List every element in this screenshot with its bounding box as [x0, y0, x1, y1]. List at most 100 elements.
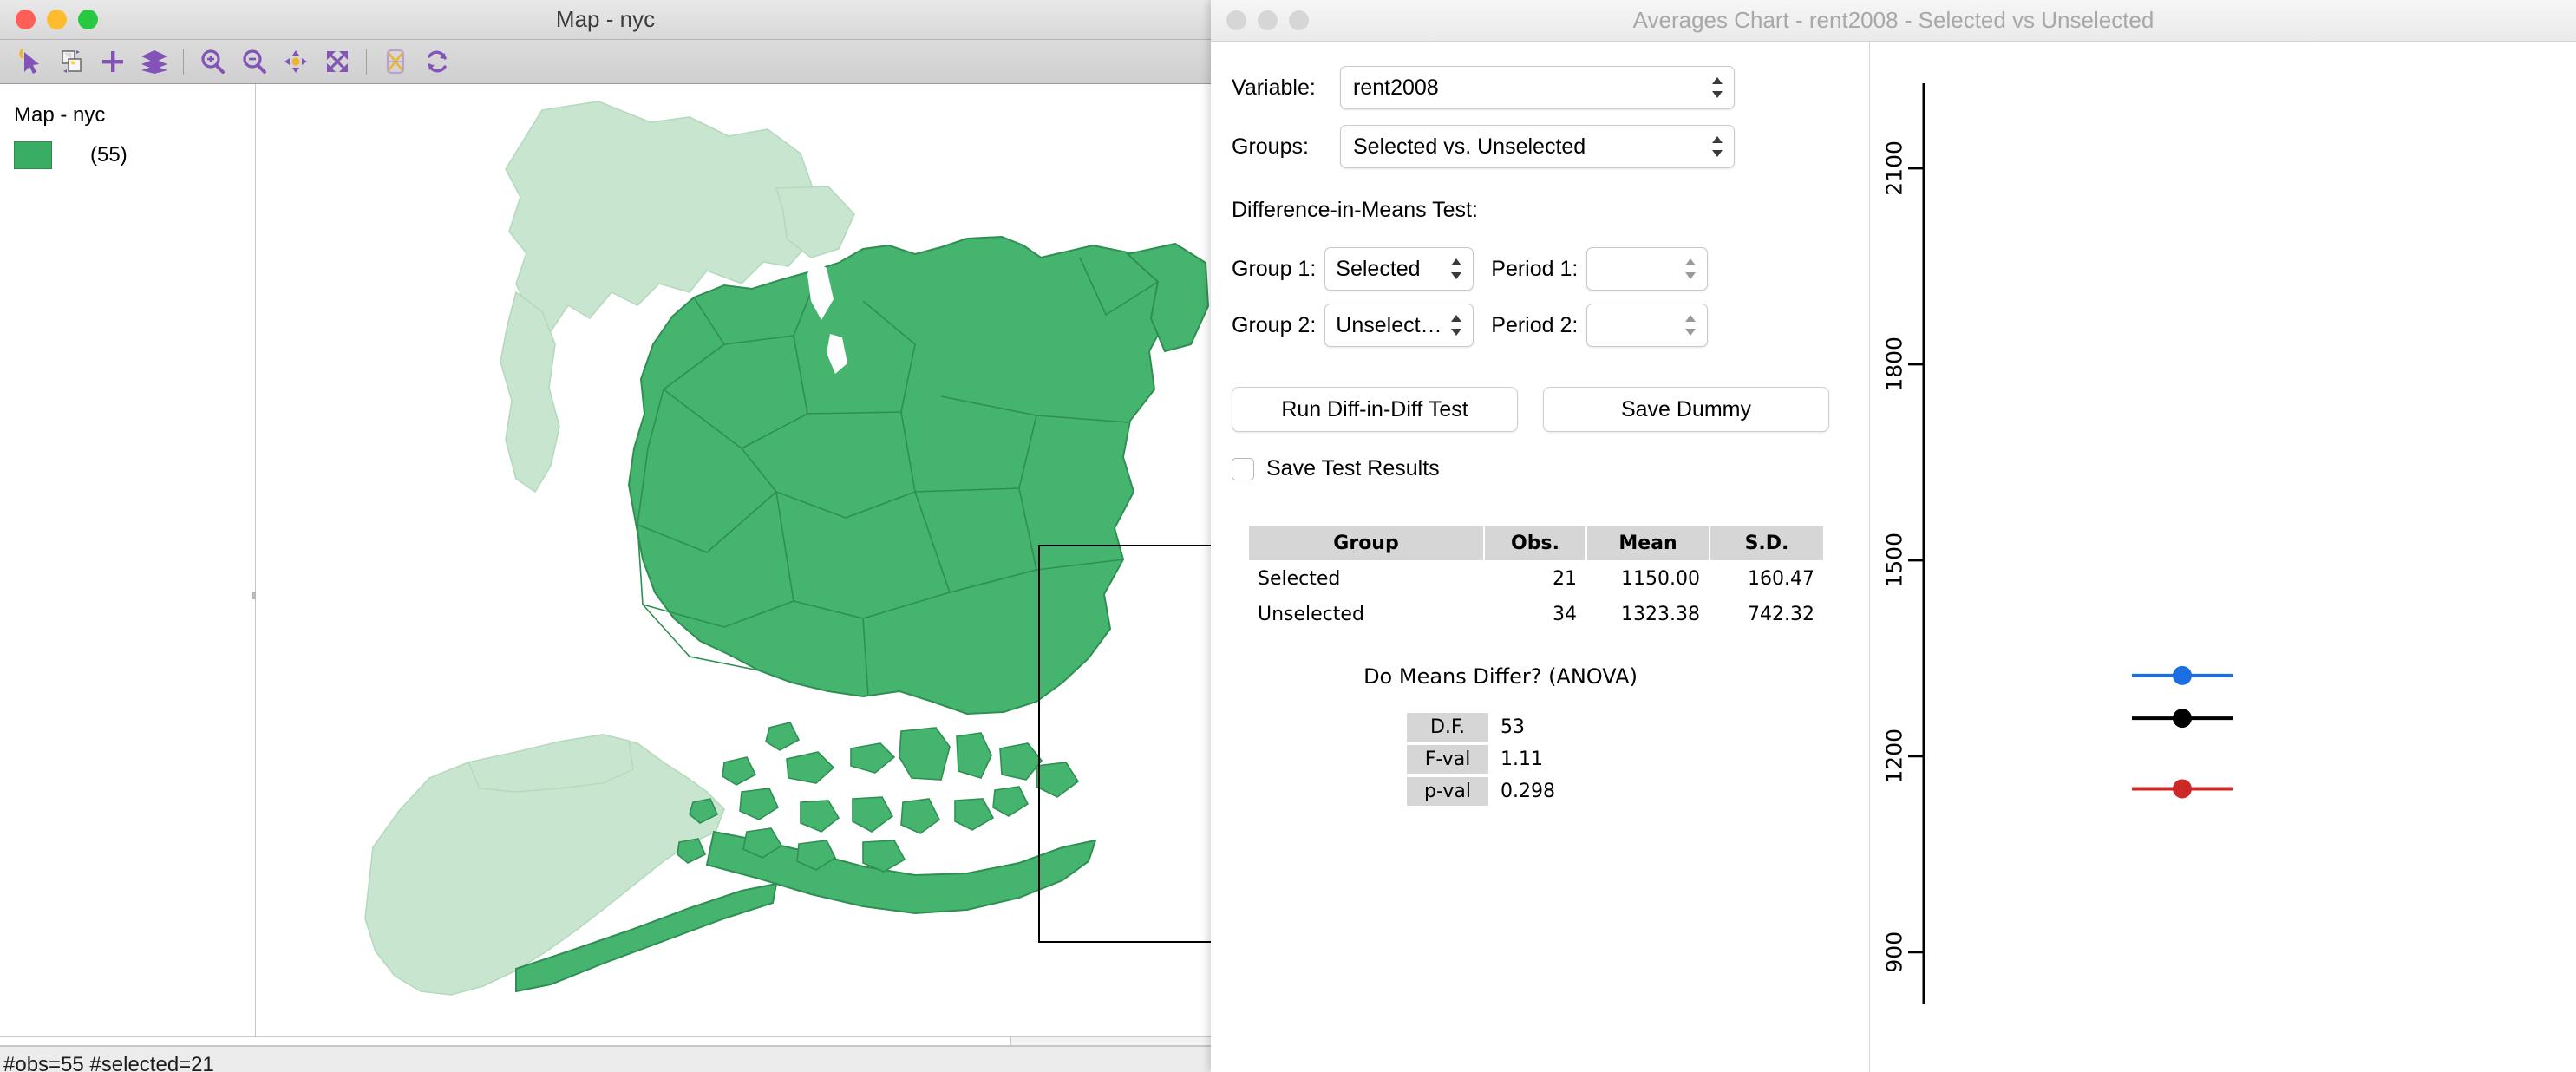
averages-plot-svg[interactable]: 9001200150018002100 rent2008 — [1870, 42, 2575, 1072]
group-statistics-table: Group Obs. Mean S.D. Selected 21 1150.00… — [1247, 525, 1825, 633]
averages-chart-window: Averages Chart - rent2008 - Selected vs … — [1211, 0, 2576, 1072]
copy-layer-icon[interactable] — [50, 42, 92, 81]
map-window: Map - nyc — [0, 0, 1211, 1072]
y-axis-ticks — [1908, 168, 1924, 952]
fit-extent-icon[interactable] — [317, 42, 358, 81]
run-diff-in-diff-button[interactable]: Run Diff-in-Diff Test — [1232, 387, 1518, 432]
chevron-updown-icon — [1684, 256, 1697, 282]
anova-key-fval: F-val — [1407, 745, 1488, 774]
save-dummy-button[interactable]: Save Dummy — [1543, 387, 1829, 432]
group2-row: Group 2: Unselect… Period 2: — [1232, 304, 1869, 347]
map-canvas[interactable] — [256, 84, 1211, 1036]
legend-title: Map - nyc — [14, 103, 255, 127]
mean-marker-unselected[interactable] — [2173, 666, 2192, 685]
period2-label: Period 2: — [1491, 313, 1578, 338]
stats-row-unselected-mean: 1323.38 — [1587, 598, 1709, 631]
stats-row-unselected-group: Unselected — [1249, 598, 1483, 631]
group1-select[interactable]: Selected — [1324, 247, 1474, 291]
map-legend-pane: Map - nyc (55) — [0, 84, 256, 1036]
period2-select[interactable] — [1586, 304, 1708, 347]
stats-header-obs: Obs. — [1485, 526, 1585, 560]
chart-window-title: Averages Chart - rent2008 - Selected vs … — [1211, 0, 2576, 41]
stats-row-selected-mean: 1150.00 — [1587, 562, 1709, 596]
group1-select-value: Selected — [1336, 257, 1420, 282]
groups-label: Groups: — [1232, 134, 1340, 160]
map-status-bar: #obs=55 #selected=21 — [0, 1046, 1211, 1072]
y-axis-tick-labels: 900 1200 1500 1800 2100 — [1882, 141, 1907, 973]
table-row: D.F. 53 — [1407, 713, 1566, 742]
chart-controls-pane: Variable: rent2008 Groups: Selected vs. … — [1211, 42, 1870, 1072]
stats-row-selected-sd: 160.47 — [1710, 562, 1823, 596]
map-window-title: Map - nyc — [0, 0, 1211, 39]
period1-label: Period 1: — [1491, 257, 1578, 282]
anova-value-df: 53 — [1490, 713, 1566, 742]
anova-key-df: D.F. — [1407, 713, 1488, 742]
chevron-updown-icon — [1684, 312, 1697, 338]
y-axis-tick-label: 2100 — [1882, 141, 1907, 196]
stats-header-group: Group — [1249, 526, 1483, 560]
selection-shape-icon[interactable] — [375, 42, 416, 81]
group2-label: Group 2: — [1232, 313, 1316, 338]
stats-row-unselected-sd: 742.32 — [1710, 598, 1823, 631]
chevron-updown-icon — [1449, 312, 1463, 338]
stats-header-sd: S.D. — [1710, 526, 1823, 560]
map-horizontal-scrollbar[interactable] — [0, 1036, 1211, 1046]
save-test-results-row[interactable]: Save Test Results — [1232, 456, 1869, 481]
toolbar-separator-2 — [366, 49, 367, 75]
group1-label: Group 1: — [1232, 257, 1316, 282]
legend-item[interactable]: (55) — [14, 141, 255, 169]
group2-select[interactable]: Unselect… — [1324, 304, 1474, 347]
save-test-results-checkbox[interactable] — [1232, 458, 1254, 480]
table-row: Selected 21 1150.00 160.47 — [1249, 562, 1823, 596]
group1-row: Group 1: Selected Period 1: — [1232, 247, 1869, 291]
refresh-icon[interactable] — [416, 42, 458, 81]
chart-body: Variable: rent2008 Groups: Selected vs. … — [1211, 42, 2576, 1072]
y-axis-tick-label: 1800 — [1882, 337, 1907, 392]
group2-select-value: Unselect… — [1336, 313, 1442, 338]
variable-row: Variable: rent2008 — [1232, 66, 1869, 109]
stats-row-selected-group: Selected — [1249, 562, 1483, 596]
groups-select-value: Selected vs. Unselected — [1353, 134, 1585, 160]
anova-value-pval: 0.298 — [1490, 777, 1566, 806]
anova-heading: Do Means Differ? (ANOVA) — [1232, 664, 1769, 689]
legend-color-swatch[interactable] — [14, 141, 52, 169]
save-test-results-label: Save Test Results — [1266, 456, 1440, 481]
stats-header-row: Group Obs. Mean S.D. — [1249, 526, 1823, 560]
select-pointer-icon[interactable] — [9, 42, 50, 81]
mean-marker-all[interactable] — [2173, 709, 2192, 728]
stats-row-unselected-obs: 34 — [1485, 598, 1585, 631]
stats-header-mean: Mean — [1587, 526, 1709, 560]
chevron-updown-icon — [1710, 134, 1724, 160]
map-titlebar: Map - nyc — [0, 0, 1211, 40]
stats-row-selected-obs: 21 — [1485, 562, 1585, 596]
action-buttons-row: Run Diff-in-Diff Test Save Dummy — [1232, 387, 1869, 432]
table-row: Unselected 34 1323.38 742.32 — [1249, 598, 1823, 631]
map-toolbar — [0, 40, 1211, 84]
mean-marker-selected[interactable] — [2173, 779, 2192, 798]
nyc-map-svg[interactable] — [256, 84, 1210, 1002]
diff-in-means-heading: Difference-in-Means Test: — [1232, 198, 1869, 223]
variable-select-value: rent2008 — [1353, 75, 1439, 101]
groups-select[interactable]: Selected vs. Unselected — [1340, 125, 1735, 168]
pan-icon[interactable] — [275, 42, 317, 81]
period1-select[interactable] — [1586, 247, 1708, 291]
y-axis-tick-label: 1200 — [1882, 729, 1907, 784]
plot-data-points[interactable] — [2132, 666, 2233, 799]
anova-key-pval: p-val — [1407, 777, 1488, 806]
chart-titlebar: Averages Chart - rent2008 - Selected vs … — [1211, 0, 2576, 42]
toolbar-separator-1 — [183, 49, 184, 75]
table-row: F-val 1.11 — [1407, 745, 1566, 774]
add-crosshair-icon[interactable] — [92, 42, 134, 81]
variable-select[interactable]: rent2008 — [1340, 66, 1735, 109]
y-axis-tick-label: 900 — [1882, 931, 1907, 973]
variable-label: Variable: — [1232, 75, 1340, 101]
zoom-out-icon[interactable] — [233, 42, 275, 81]
legend-count-label: (55) — [90, 143, 127, 167]
averages-plot-pane[interactable]: 9001200150018002100 rent2008 — [1870, 42, 2576, 1072]
y-axis-tick-label: 1500 — [1882, 533, 1907, 588]
zoom-in-icon[interactable] — [192, 42, 233, 81]
map-scrollbar-thumb[interactable] — [0, 1037, 1011, 1045]
chevron-updown-icon — [1710, 75, 1724, 101]
layers-stack-icon[interactable] — [134, 42, 175, 81]
anova-results-table: D.F. 53 F-val 1.11 p-val 0.298 — [1405, 709, 1567, 809]
